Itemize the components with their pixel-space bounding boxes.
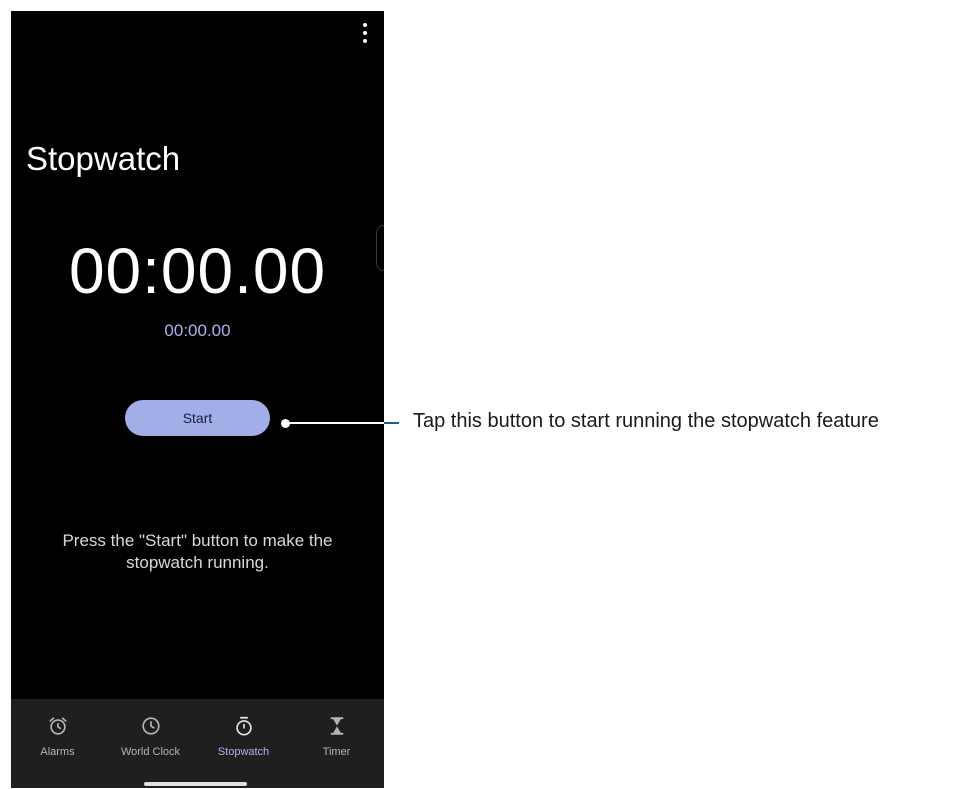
tab-stopwatch[interactable]: Stopwatch <box>197 715 290 765</box>
phone-screen: Stopwatch 00:00.00 00:00.00 Start Press … <box>11 11 384 788</box>
alarm-icon <box>48 717 67 735</box>
callout-dot <box>281 419 290 428</box>
page: Stopwatch 00:00.00 00:00.00 Start Press … <box>0 0 956 789</box>
tab-world-clock[interactable]: World Clock <box>104 715 197 765</box>
hourglass-icon <box>330 717 343 735</box>
tab-world-clock-label: World Clock <box>120 746 181 758</box>
lap-time-display: 00:00.00 <box>164 321 231 340</box>
callout-line <box>290 422 384 424</box>
stopwatch-time-display: 00:00.00 <box>68 235 327 307</box>
more-options-icon[interactable] <box>360 23 370 43</box>
start-button[interactable]: Start <box>125 400 270 436</box>
callout-text: Tap this button to start running the sto… <box>413 410 879 432</box>
tab-stopwatch-label: Stopwatch <box>217 746 270 758</box>
tab-alarms-label: Alarms <box>40 746 75 758</box>
page-title: Stopwatch <box>26 140 181 177</box>
tab-timer-label: Timer <box>322 746 351 758</box>
tab-timer[interactable]: Timer <box>290 715 383 765</box>
hint-text: Press the "Start" button to make the sto… <box>62 531 333 572</box>
callout-line-accent <box>384 422 399 424</box>
bottom-navigation: Alarms World Clock Stopwatch Timer <box>11 699 384 788</box>
stopwatch-icon <box>235 716 252 736</box>
clock-icon <box>141 717 160 735</box>
home-indicator[interactable] <box>144 782 247 786</box>
tab-alarms[interactable]: Alarms <box>11 715 104 765</box>
